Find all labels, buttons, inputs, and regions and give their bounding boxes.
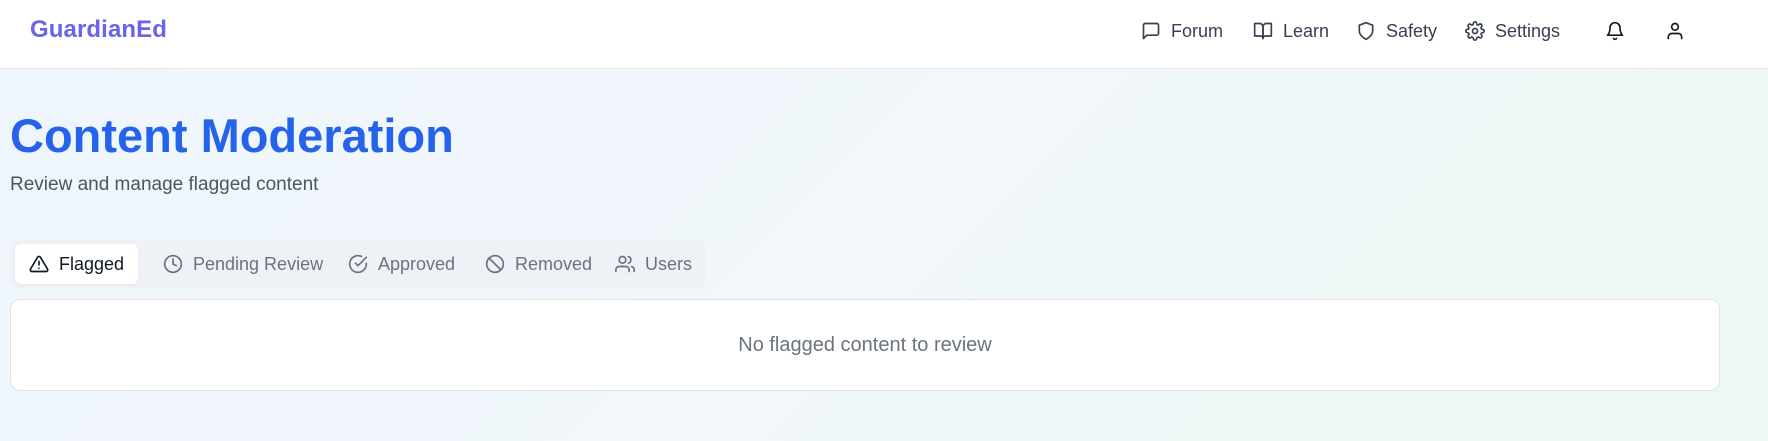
nav-item-safety[interactable]: Safety (1356, 19, 1437, 43)
alert-triangle-icon (29, 255, 49, 273)
users-icon (615, 255, 635, 273)
message-square-icon (1142, 22, 1160, 40)
tab-label: Pending Review (193, 253, 324, 274)
ban-icon (485, 254, 505, 274)
nav-item-label: Settings (1495, 20, 1561, 41)
moderation-tabs: Flagged Pending Review Approved Removed … (10, 240, 706, 288)
tab-approved[interactable]: Approved (334, 244, 469, 284)
top-navigation-bar: GuardianEd Forum Learn Safety Settings (0, 0, 1768, 69)
nav-item-label: Learn (1283, 20, 1330, 41)
nav-item-forum[interactable]: Forum (1141, 19, 1223, 43)
brand-logo[interactable]: GuardianEd (30, 16, 167, 44)
tab-label: Approved (378, 253, 456, 274)
tab-flagged[interactable]: Flagged (15, 244, 139, 284)
tab-removed[interactable]: Removed (471, 244, 606, 284)
notifications-button[interactable] (1602, 18, 1628, 44)
nav-item-label: Safety (1386, 20, 1438, 41)
user-icon (1667, 22, 1683, 40)
tab-label: Removed (515, 253, 593, 274)
nav-item-label: Forum (1171, 20, 1224, 41)
check-circle-icon (348, 254, 368, 274)
nav-item-settings[interactable]: Settings (1465, 19, 1560, 43)
nav-item-learn[interactable]: Learn (1253, 19, 1329, 43)
tab-label: Users (645, 253, 693, 274)
empty-state-message: No flagged content to review (738, 333, 992, 356)
shield-icon (1358, 21, 1374, 41)
tab-pending-review[interactable]: Pending Review (149, 244, 337, 284)
book-open-icon (1253, 22, 1273, 40)
bell-icon (1606, 21, 1624, 41)
tab-label: Flagged (59, 253, 125, 274)
clock-icon (163, 254, 183, 274)
user-profile-button[interactable] (1662, 18, 1688, 44)
gear-icon (1465, 21, 1485, 41)
tab-users[interactable]: Users (601, 244, 706, 284)
page-title: Content Moderation (10, 109, 454, 162)
flagged-content-panel: No flagged content to review (10, 299, 1720, 391)
page-subtitle: Review and manage flagged content (10, 174, 319, 195)
